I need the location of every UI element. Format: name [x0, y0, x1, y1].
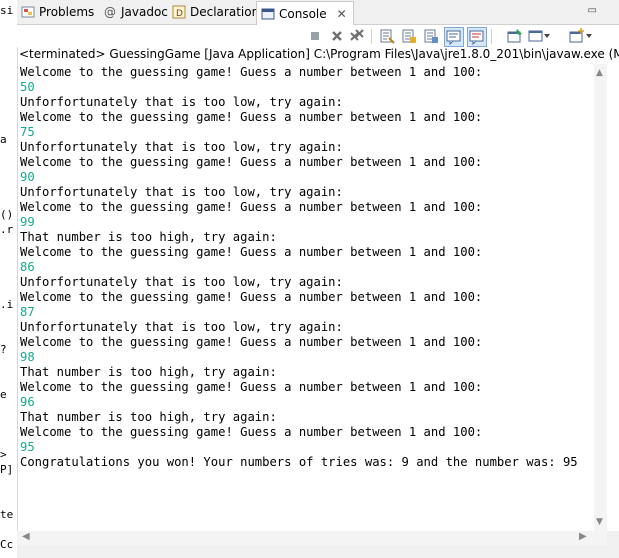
bottom-edge	[17, 545, 619, 558]
launch-status: <terminated> GuessingGame [Java Applicat…	[19, 47, 619, 61]
tab-label: Javadoc	[121, 5, 168, 19]
console-toolbar	[17, 25, 619, 47]
vertical-scrollbar[interactable]: ▲ ▼	[594, 64, 607, 531]
editor-fragment: >	[0, 448, 7, 461]
scroll-lock-icon[interactable]	[401, 28, 417, 44]
restore-icon[interactable]: ▭	[588, 5, 597, 16]
console-output-line: Unforfortunately that is too low, try ag…	[20, 140, 343, 154]
editor-fragment: si	[0, 4, 14, 17]
editor-fragment: te	[0, 508, 14, 521]
open-console-icon[interactable]	[569, 28, 585, 44]
scrollbar-corner	[607, 531, 619, 545]
tab-javadoc[interactable]: @ Javadoc	[103, 2, 168, 22]
console-input-line: 86	[20, 260, 35, 274]
terminate-icon[interactable]	[307, 28, 323, 44]
editor-fragment: .r	[0, 223, 14, 236]
console-input-line: 96	[20, 395, 35, 409]
view-tab-bar: Problems @ Javadoc D Declaration Console…	[17, 0, 619, 25]
problems-icon	[21, 5, 35, 19]
console-output-line: That number is too high, try again:	[20, 410, 277, 424]
word-wrap-icon[interactable]	[423, 28, 439, 44]
scroll-up-icon[interactable]: ▲	[596, 68, 603, 78]
console-input-line: 99	[20, 215, 35, 229]
console-output-line: Welcome to the guessing game! Guess a nu…	[20, 380, 483, 394]
console-output[interactable]: Welcome to the guessing game! Guess a nu…	[17, 64, 607, 530]
editor-edge: si a () .r .i? e > P] te Cc	[0, 0, 18, 558]
clear-console-icon[interactable]	[379, 28, 395, 44]
tab-console[interactable]: Console ✕	[256, 1, 354, 25]
display-console-icon[interactable]	[528, 28, 544, 44]
show-stdout-icon[interactable]	[444, 27, 464, 47]
console-output-line: That number is too high, try again:	[20, 365, 277, 379]
console-output-line: Unforfortunately that is too low, try ag…	[20, 320, 343, 334]
chevron-down-icon[interactable]	[543, 28, 551, 44]
console-input-line: 95	[20, 440, 35, 454]
console-output-line: Welcome to the guessing game! Guess a nu…	[20, 290, 483, 304]
editor-fragment: a	[0, 133, 7, 146]
tab-label: Declaration	[190, 5, 260, 19]
scroll-right-icon[interactable]: ▶	[579, 531, 587, 542]
console-output-line: Unforfortunately that is too low, try ag…	[20, 95, 343, 109]
console-input-line: 87	[20, 305, 35, 319]
console-input-line: 75	[20, 125, 35, 139]
console-output-line: Congratulations you won! Your numbers of…	[20, 455, 578, 469]
console-output-line: That number is too high, try again:	[20, 230, 277, 244]
tab-problems[interactable]: Problems	[21, 2, 94, 22]
tab-label: Console	[279, 6, 327, 21]
console-output-line: Welcome to the guessing game! Guess a nu…	[20, 110, 483, 124]
declaration-icon: D	[172, 5, 186, 19]
at-icon: @	[104, 5, 116, 19]
svg-text:D: D	[176, 9, 183, 19]
scroll-down-icon[interactable]: ▼	[596, 517, 603, 527]
remove-launch-icon[interactable]	[329, 28, 345, 44]
console-input-line: 90	[20, 170, 35, 184]
console-icon	[261, 7, 275, 21]
close-icon[interactable]: ✕	[337, 7, 347, 21]
console-input-line: 98	[20, 350, 35, 364]
scroll-left-icon[interactable]: ◀	[22, 531, 30, 542]
console-output-line: Unforfortunately that is too low, try ag…	[20, 275, 343, 289]
tab-label: Problems	[39, 5, 95, 19]
console-input-line: 50	[20, 80, 35, 94]
console-output-line: Welcome to the guessing game! Guess a nu…	[20, 200, 483, 214]
tab-declaration[interactable]: D Declaration	[172, 2, 259, 22]
editor-fragment: e	[0, 388, 7, 401]
editor-fragment: Cc	[0, 538, 14, 551]
editor-fragment: ?	[0, 343, 7, 356]
horizontal-scrollbar[interactable]: ◀ ▶	[17, 531, 607, 545]
console-output-line: Welcome to the guessing game! Guess a nu…	[20, 65, 483, 79]
editor-fragment: ()	[0, 208, 14, 221]
console-output-line: Welcome to the guessing game! Guess a nu…	[20, 245, 483, 259]
console-output-line: Welcome to the guessing game! Guess a nu…	[20, 425, 483, 439]
editor-fragment: P]	[0, 463, 14, 476]
remove-all-terminated-icon[interactable]	[349, 28, 365, 44]
console-output-line: Welcome to the guessing game! Guess a nu…	[20, 155, 483, 169]
console-output-line: Welcome to the guessing game! Guess a nu…	[20, 335, 483, 349]
chevron-down-icon[interactable]	[585, 28, 593, 44]
show-stderr-icon[interactable]	[467, 27, 487, 47]
pin-console-icon[interactable]	[507, 28, 523, 44]
console-output-line: Unforfortunately that is too low, try ag…	[20, 185, 343, 199]
editor-fragment: .i	[0, 298, 14, 311]
